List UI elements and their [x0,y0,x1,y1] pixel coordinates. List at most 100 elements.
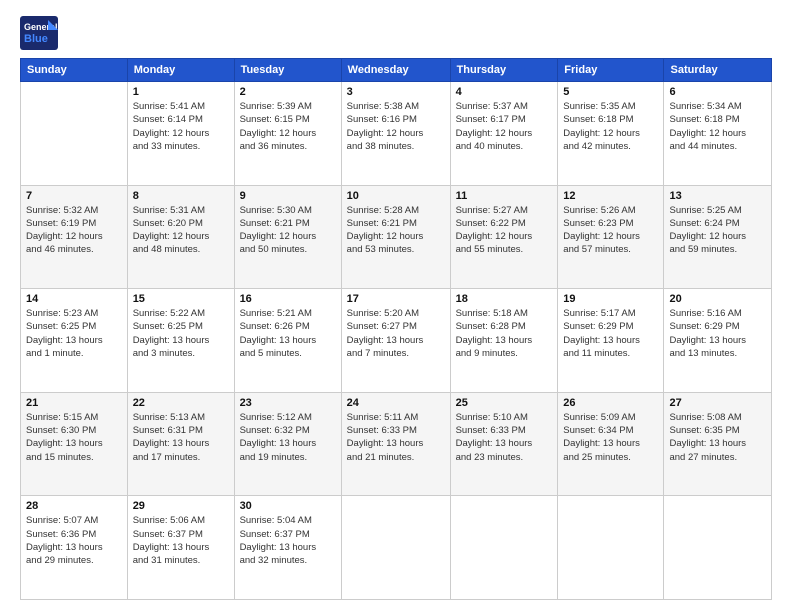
weekday-header-monday: Monday [127,59,234,82]
calendar-cell [558,496,664,600]
week-row-3: 14 Sunrise: 5:23 AM Sunset: 6:25 PM Dayli… [21,289,772,393]
calendar-cell: 12 Sunrise: 5:26 AM Sunset: 6:23 PM Dayli… [558,185,664,289]
day-info: Sunrise: 5:34 AM Sunset: 6:18 PM Dayligh… [669,100,766,153]
day-number: 18 [456,293,553,305]
calendar-cell: 18 Sunrise: 5:18 AM Sunset: 6:28 PM Dayli… [450,289,558,393]
calendar-cell [341,496,450,600]
calendar-cell: 9 Sunrise: 5:30 AM Sunset: 6:21 PM Daylig… [234,185,341,289]
day-number: 17 [347,293,445,305]
day-number: 12 [563,190,658,202]
calendar-cell: 30 Sunrise: 5:04 AM Sunset: 6:37 PM Dayli… [234,496,341,600]
calendar-cell: 26 Sunrise: 5:09 AM Sunset: 6:34 PM Dayli… [558,392,664,496]
day-number: 21 [26,397,122,409]
day-number: 22 [133,397,229,409]
day-info: Sunrise: 5:31 AM Sunset: 6:20 PM Dayligh… [133,204,229,257]
day-info: Sunrise: 5:27 AM Sunset: 6:22 PM Dayligh… [456,204,553,257]
day-info: Sunrise: 5:06 AM Sunset: 6:37 PM Dayligh… [133,514,229,567]
day-info: Sunrise: 5:28 AM Sunset: 6:21 PM Dayligh… [347,204,445,257]
calendar-cell: 23 Sunrise: 5:12 AM Sunset: 6:32 PM Dayli… [234,392,341,496]
svg-text:Blue: Blue [24,33,48,45]
day-number: 14 [26,293,122,305]
week-row-5: 28Sunrise: 5:07 AM Sunset: 6:36 PM Dayli… [21,496,772,600]
day-number: 2 [240,86,336,98]
day-info: Sunrise: 5:04 AM Sunset: 6:37 PM Dayligh… [240,514,336,567]
day-info: Sunrise: 5:21 AM Sunset: 6:26 PM Dayligh… [240,307,336,360]
day-info: Sunrise: 5:18 AM Sunset: 6:28 PM Dayligh… [456,307,553,360]
day-info: Sunrise: 5:17 AM Sunset: 6:29 PM Dayligh… [563,307,658,360]
day-info: Sunrise: 5:08 AM Sunset: 6:35 PM Dayligh… [669,411,766,464]
day-number: 30 [240,500,336,512]
header: General Blue [20,16,772,50]
day-info: Sunrise: 5:30 AM Sunset: 6:21 PM Dayligh… [240,204,336,257]
calendar-cell: 28Sunrise: 5:07 AM Sunset: 6:36 PM Dayli… [21,496,128,600]
day-number: 13 [669,190,766,202]
calendar-cell [450,496,558,600]
day-number: 8 [133,190,229,202]
day-number: 9 [240,190,336,202]
day-info: Sunrise: 5:20 AM Sunset: 6:27 PM Dayligh… [347,307,445,360]
day-info: Sunrise: 5:38 AM Sunset: 6:16 PM Dayligh… [347,100,445,153]
day-info: Sunrise: 5:26 AM Sunset: 6:23 PM Dayligh… [563,204,658,257]
calendar-cell: 20 Sunrise: 5:16 AM Sunset: 6:29 PM Dayli… [664,289,772,393]
calendar-cell: 13 Sunrise: 5:25 AM Sunset: 6:24 PM Dayli… [664,185,772,289]
calendar-cell: 7Sunrise: 5:32 AM Sunset: 6:19 PM Daylig… [21,185,128,289]
calendar-cell: 11 Sunrise: 5:27 AM Sunset: 6:22 PM Dayli… [450,185,558,289]
weekday-header-sunday: Sunday [21,59,128,82]
calendar-cell: 15 Sunrise: 5:22 AM Sunset: 6:25 PM Dayli… [127,289,234,393]
day-number: 1 [133,86,229,98]
day-info: Sunrise: 5:16 AM Sunset: 6:29 PM Dayligh… [669,307,766,360]
week-row-2: 7Sunrise: 5:32 AM Sunset: 6:19 PM Daylig… [21,185,772,289]
weekday-header-friday: Friday [558,59,664,82]
calendar-cell: 2 Sunrise: 5:39 AM Sunset: 6:15 PM Daylig… [234,82,341,186]
day-info: Sunrise: 5:22 AM Sunset: 6:25 PM Dayligh… [133,307,229,360]
day-number: 20 [669,293,766,305]
day-number: 25 [456,397,553,409]
calendar-cell: 29 Sunrise: 5:06 AM Sunset: 6:37 PM Dayli… [127,496,234,600]
week-row-1: 1 Sunrise: 5:41 AM Sunset: 6:14 PM Daylig… [21,82,772,186]
day-info: Sunrise: 5:37 AM Sunset: 6:17 PM Dayligh… [456,100,553,153]
day-info: Sunrise: 5:35 AM Sunset: 6:18 PM Dayligh… [563,100,658,153]
calendar-cell: 1 Sunrise: 5:41 AM Sunset: 6:14 PM Daylig… [127,82,234,186]
day-number: 4 [456,86,553,98]
calendar-cell: 25Sunrise: 5:10 AM Sunset: 6:33 PM Dayli… [450,392,558,496]
calendar-cell: 21 Sunrise: 5:15 AM Sunset: 6:30 PM Dayli… [21,392,128,496]
day-number: 10 [347,190,445,202]
weekday-header-tuesday: Tuesday [234,59,341,82]
calendar-cell: 22Sunrise: 5:13 AM Sunset: 6:31 PM Dayli… [127,392,234,496]
day-number: 5 [563,86,658,98]
logo: General Blue [20,16,58,50]
day-info: Sunrise: 5:12 AM Sunset: 6:32 PM Dayligh… [240,411,336,464]
day-info: Sunrise: 5:41 AM Sunset: 6:14 PM Dayligh… [133,100,229,153]
weekday-header-saturday: Saturday [664,59,772,82]
day-number: 3 [347,86,445,98]
day-info: Sunrise: 5:09 AM Sunset: 6:34 PM Dayligh… [563,411,658,464]
day-info: Sunrise: 5:39 AM Sunset: 6:15 PM Dayligh… [240,100,336,153]
day-number: 28 [26,500,122,512]
logo-icon: General Blue [20,16,58,50]
day-number: 29 [133,500,229,512]
calendar-cell: 4 Sunrise: 5:37 AM Sunset: 6:17 PM Daylig… [450,82,558,186]
calendar-cell: 24Sunrise: 5:11 AM Sunset: 6:33 PM Dayli… [341,392,450,496]
day-number: 11 [456,190,553,202]
weekday-header-row: SundayMondayTuesdayWednesdayThursdayFrid… [21,59,772,82]
day-number: 6 [669,86,766,98]
week-row-4: 21 Sunrise: 5:15 AM Sunset: 6:30 PM Dayli… [21,392,772,496]
weekday-header-thursday: Thursday [450,59,558,82]
calendar-cell: 19 Sunrise: 5:17 AM Sunset: 6:29 PM Dayli… [558,289,664,393]
calendar-cell [21,82,128,186]
day-number: 16 [240,293,336,305]
calendar-cell: 14 Sunrise: 5:23 AM Sunset: 6:25 PM Dayli… [21,289,128,393]
weekday-header-wednesday: Wednesday [341,59,450,82]
page: General Blue SundayMondayTuesdayWednesda… [0,0,792,612]
calendar: SundayMondayTuesdayWednesdayThursdayFrid… [20,58,772,600]
day-info: Sunrise: 5:23 AM Sunset: 6:25 PM Dayligh… [26,307,122,360]
calendar-cell: 16 Sunrise: 5:21 AM Sunset: 6:26 PM Dayli… [234,289,341,393]
day-info: Sunrise: 5:15 AM Sunset: 6:30 PM Dayligh… [26,411,122,464]
day-number: 23 [240,397,336,409]
day-number: 26 [563,397,658,409]
day-info: Sunrise: 5:25 AM Sunset: 6:24 PM Dayligh… [669,204,766,257]
calendar-cell [664,496,772,600]
day-number: 19 [563,293,658,305]
day-number: 15 [133,293,229,305]
calendar-cell: 27Sunrise: 5:08 AM Sunset: 6:35 PM Dayli… [664,392,772,496]
